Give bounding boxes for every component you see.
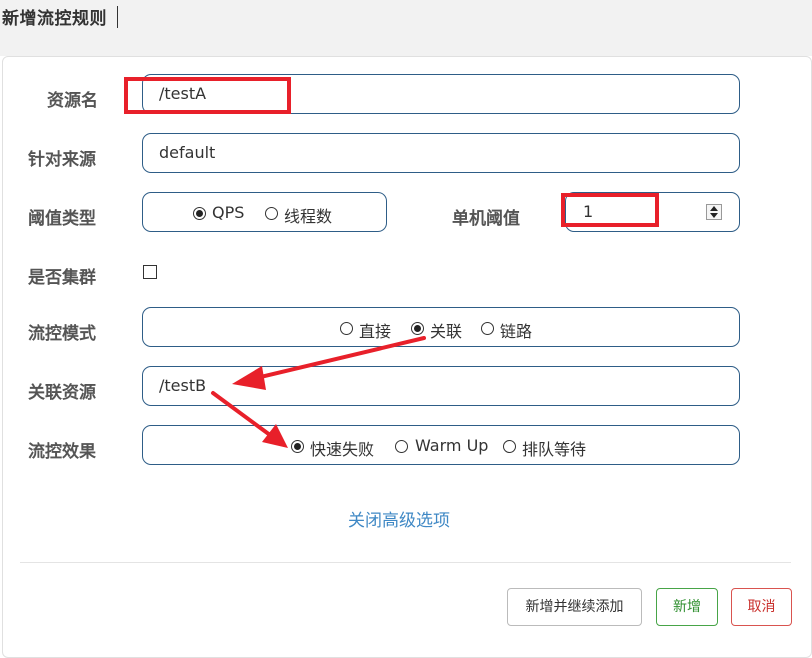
footer-divider <box>20 562 791 563</box>
advanced-options-link[interactable]: 关闭高级选项 <box>348 506 450 531</box>
limit-app-label: 针对来源 <box>28 150 96 170</box>
radio-thread[interactable] <box>265 207 278 220</box>
add-and-continue-button[interactable]: 新增并继续添加 <box>507 588 642 626</box>
cancel-button[interactable]: 取消 <box>731 588 792 626</box>
radio-fail-fast-label[interactable]: 快速失败 <box>310 436 374 460</box>
radio-chain[interactable] <box>481 322 494 335</box>
spin-up-icon[interactable] <box>710 206 718 211</box>
radio-warm-up[interactable] <box>395 440 408 453</box>
add-button[interactable]: 新增 <box>656 588 718 626</box>
annotation-box-threshold <box>561 193 659 227</box>
text-cursor <box>117 6 118 28</box>
ref-resource-label: 关联资源 <box>28 383 96 403</box>
cluster-checkbox[interactable] <box>143 265 157 279</box>
radio-direct-label[interactable]: 直接 <box>359 318 391 342</box>
radio-qps-label[interactable]: QPS <box>212 203 244 222</box>
strategy-group: 直接 关联 链路 <box>142 307 740 347</box>
cluster-label: 是否集群 <box>28 268 96 288</box>
spin-down-icon[interactable] <box>710 213 718 218</box>
threshold-type-label: 阈值类型 <box>28 209 96 229</box>
radio-queue-label[interactable]: 排队等待 <box>522 436 586 460</box>
resource-label: 资源名 <box>47 91 98 111</box>
limit-app-input[interactable]: default <box>142 133 740 173</box>
dialog-header: 新增流控规则 <box>0 0 812 56</box>
limit-app-value: default <box>159 143 216 162</box>
dialog-title: 新增流控规则 <box>2 9 107 29</box>
number-spinner[interactable] <box>706 204 722 220</box>
radio-relate[interactable] <box>411 322 424 335</box>
annotation-box-resource <box>124 77 291 114</box>
strategy-label: 流控模式 <box>28 324 96 344</box>
radio-queue[interactable] <box>503 440 516 453</box>
radio-relate-label[interactable]: 关联 <box>430 318 462 342</box>
behavior-label: 流控效果 <box>28 442 96 462</box>
radio-qps[interactable] <box>193 207 206 220</box>
threshold-type-group: QPS 线程数 <box>142 192 387 232</box>
radio-warm-up-label[interactable]: Warm Up <box>415 436 488 455</box>
ref-resource-value: /testB <box>159 376 207 395</box>
radio-thread-label[interactable]: 线程数 <box>284 203 332 227</box>
threshold-label: 单机阈值 <box>452 209 520 229</box>
ref-resource-input[interactable]: /testB <box>142 366 740 406</box>
radio-fail-fast[interactable] <box>291 440 304 453</box>
radio-chain-label[interactable]: 链路 <box>500 318 532 342</box>
behavior-group: 快速失败 Warm Up 排队等待 <box>142 425 740 465</box>
radio-direct[interactable] <box>340 322 353 335</box>
